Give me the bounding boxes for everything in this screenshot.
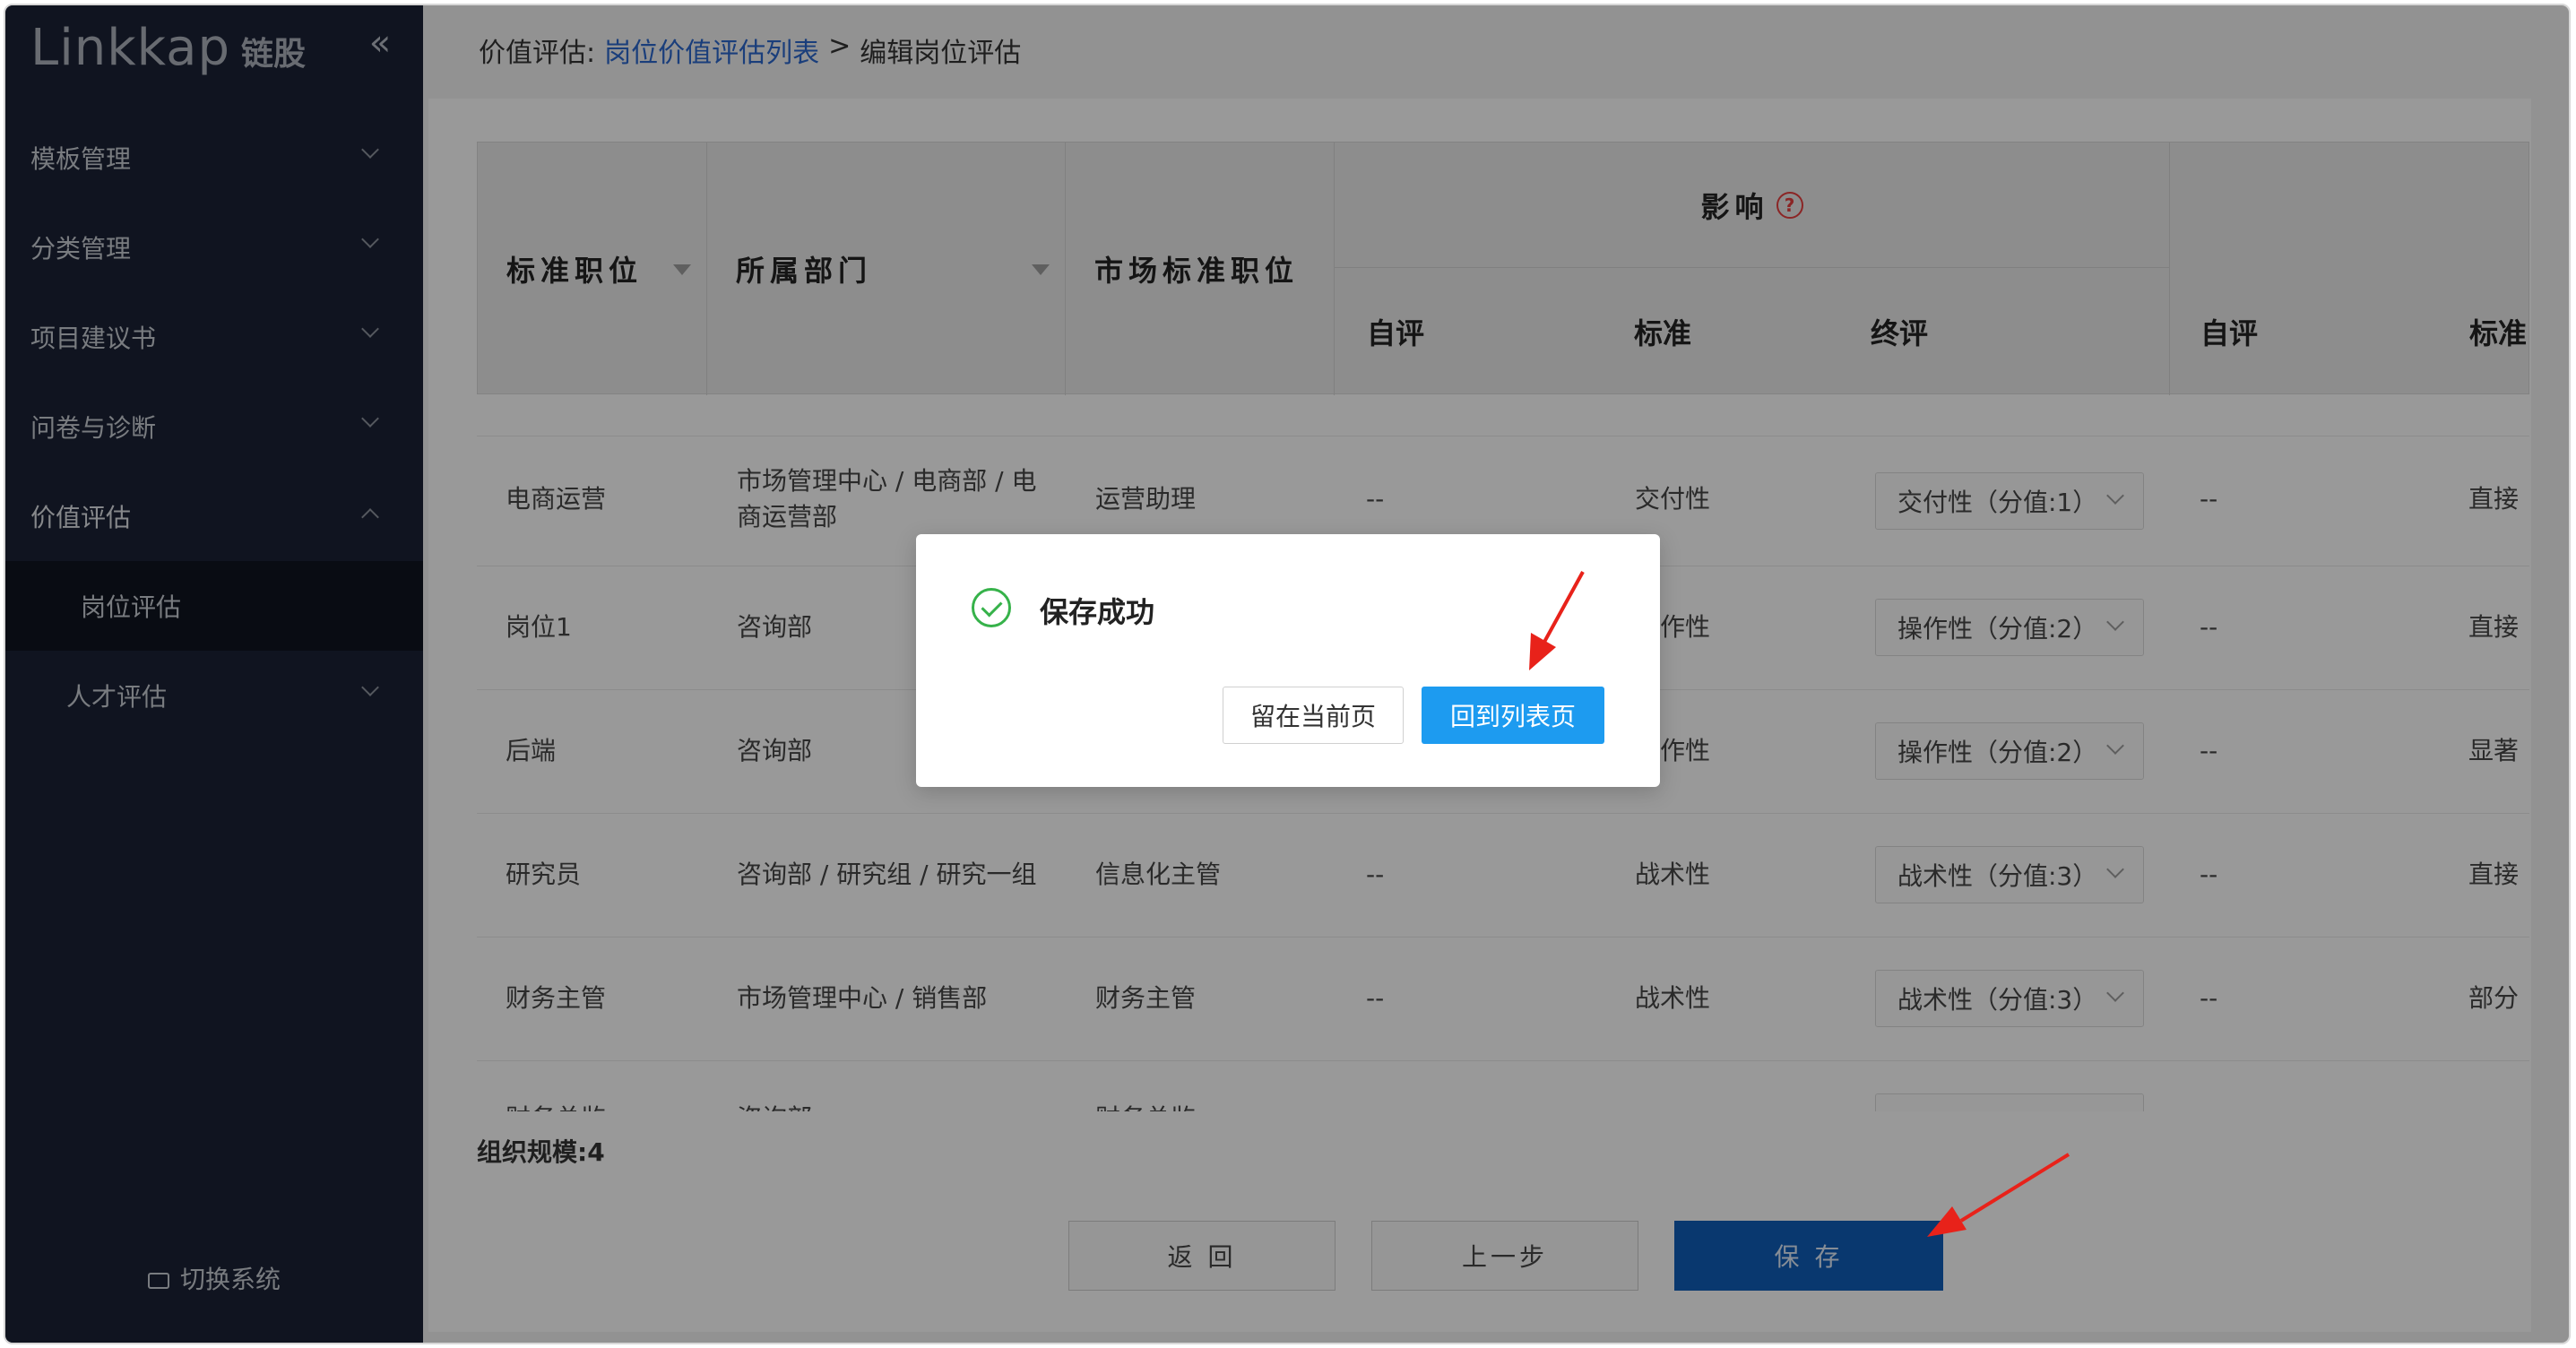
stay-on-page-button[interactable]: 留在当前页: [1223, 687, 1404, 744]
dialog-message: 保存成功: [1040, 595, 1155, 629]
back-to-list-button[interactable]: 回到列表页: [1422, 687, 1604, 744]
save-success-dialog: 保存成功 留在当前页 回到列表页: [916, 534, 1660, 787]
success-check-icon: [972, 588, 1011, 627]
app-window: Linkkap 链股 « 模板管理 分类管理 项目建议书 问卷与诊断 价值评估: [4, 4, 2571, 1344]
